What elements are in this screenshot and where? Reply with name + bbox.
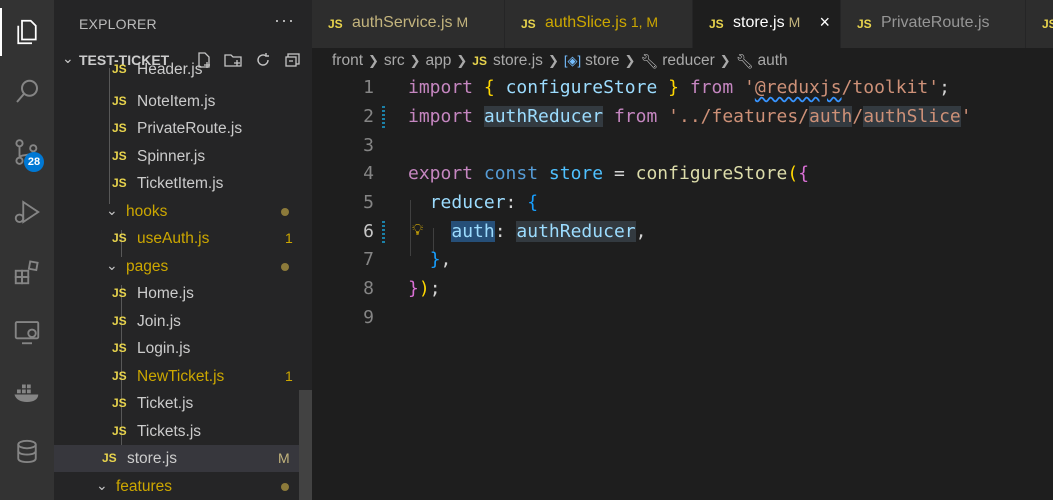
remote-explorer-icon[interactable]: [0, 308, 54, 356]
code-editor[interactable]: 1 import { configureStore } from '@redux…: [312, 74, 1053, 500]
modified-dot-icon: [281, 208, 289, 216]
file-item-ticketitem[interactable]: JS TicketItem.js: [54, 170, 312, 197]
code-line[interactable]: 6 💡︎ auth: authReducer,: [312, 218, 1053, 246]
file-item-login[interactable]: JS Login.js: [54, 335, 312, 362]
tab-status: M: [456, 14, 469, 30]
code-line[interactable]: 9: [312, 304, 1053, 332]
chevron-right-icon: ❯: [409, 53, 421, 68]
explorer-sidebar: EXPLORER ··· ⌄ TEST-TICKET JS Header.js …: [54, 0, 312, 500]
tab-label: store.js: [733, 14, 785, 31]
code-line[interactable]: 5 reducer: {: [312, 189, 1053, 217]
source-control-badge: 28: [24, 152, 44, 172]
breadcrumb-item[interactable]: src: [384, 52, 405, 70]
extensions-icon[interactable]: [0, 248, 54, 296]
tab-label: authSlice.js: [545, 14, 627, 31]
chevron-down-icon: ⌄: [106, 257, 118, 273]
breadcrumb-item[interactable]: front: [332, 52, 363, 70]
folder-item-features[interactable]: ⌄ features: [54, 473, 312, 500]
chevron-down-icon: ⌄: [96, 477, 108, 493]
file-item-ticket[interactable]: JS Ticket.js: [54, 390, 312, 417]
chevron-right-icon: ❯: [547, 53, 559, 68]
file-item-header[interactable]: JS Header.js: [54, 61, 312, 83]
code-line[interactable]: 2 import authReducer from '../features/a…: [312, 103, 1053, 131]
file-item-useauth[interactable]: JS useAuth.js 1: [54, 225, 312, 252]
file-item-newticket[interactable]: JS NewTicket.js 1: [54, 363, 312, 390]
tab-overflow[interactable]: JS: [1026, 0, 1053, 48]
chevron-right-icon: ❯: [368, 53, 379, 68]
breadcrumb-symbol[interactable]: store: [585, 52, 619, 70]
git-modified-marker: [382, 106, 385, 128]
breadcrumb-symbol[interactable]: reducer: [662, 52, 715, 70]
code-line[interactable]: 1 import { configureStore } from '@redux…: [312, 74, 1053, 102]
tab-label: PrivateRoute.js: [881, 14, 990, 31]
modified-dot-icon: [281, 483, 289, 491]
file-item-spinner[interactable]: JS Spinner.js: [54, 143, 312, 170]
explorer-title: EXPLORER: [79, 16, 157, 32]
tab-store[interactable]: JS store.js M ×: [693, 0, 841, 48]
tab-authslice[interactable]: JS authSlice.js 1, M: [505, 0, 693, 48]
tab-status: M: [788, 14, 801, 30]
run-debug-icon[interactable]: [0, 188, 54, 236]
file-item-privateroute[interactable]: JS PrivateRoute.js: [54, 115, 312, 142]
file-item-store[interactable]: JS store.js M: [54, 445, 312, 472]
breadcrumb-symbol[interactable]: auth: [757, 52, 787, 70]
breadcrumb: front ❯ src ❯ app ❯ JS store.js ❯ [◈] st…: [332, 52, 788, 70]
code-line[interactable]: 8 });: [312, 275, 1053, 303]
folder-item-hooks[interactable]: ⌄ hooks: [54, 198, 312, 225]
chevron-right-icon: ❯: [719, 53, 731, 68]
file-item-tickets[interactable]: JS Tickets.js: [54, 418, 312, 445]
sidebar-scrollbar[interactable]: [299, 390, 312, 500]
search-icon[interactable]: [0, 68, 54, 116]
file-item-join[interactable]: JS Join.js: [54, 308, 312, 335]
wrench-icon: 🔧︎: [640, 52, 659, 69]
modified-dot-icon: [281, 263, 289, 271]
close-icon[interactable]: ×: [819, 12, 830, 33]
chevron-right-icon: ❯: [456, 53, 468, 68]
more-actions-icon[interactable]: ···: [274, 10, 295, 31]
activity-bar: 28: [0, 0, 54, 500]
code-line[interactable]: 7 },: [312, 246, 1053, 274]
tab-label: authService.js: [352, 14, 453, 31]
code-line[interactable]: 4 export const store = configureStore({: [312, 160, 1053, 188]
explorer-icon[interactable]: [0, 8, 54, 56]
folder-item-pages[interactable]: ⌄ pages: [54, 253, 312, 280]
breadcrumb-item[interactable]: app: [426, 52, 452, 70]
database-icon[interactable]: [0, 428, 54, 476]
tab-status: 1, M: [630, 14, 659, 30]
editor-tabs: JS authService.js M JS authSlice.js 1, M J…: [312, 0, 1053, 48]
wrench-icon: 🔧︎: [735, 52, 754, 69]
code-line[interactable]: 3: [312, 132, 1053, 160]
file-item-noteitem[interactable]: JS NoteItem.js: [54, 88, 312, 115]
git-modified-marker: [382, 221, 385, 243]
tab-privateroute[interactable]: JS PrivateRoute.js: [841, 0, 1026, 48]
chevron-down-icon: ⌄: [106, 202, 118, 218]
breadcrumb-file[interactable]: store.js: [493, 52, 543, 70]
chevron-right-icon: ❯: [624, 53, 636, 68]
variable-icon: [◈]: [563, 53, 582, 68]
tab-authservice[interactable]: JS authService.js M: [312, 0, 505, 48]
docker-icon[interactable]: [0, 368, 54, 416]
file-item-home[interactable]: JS Home.js: [54, 280, 312, 307]
